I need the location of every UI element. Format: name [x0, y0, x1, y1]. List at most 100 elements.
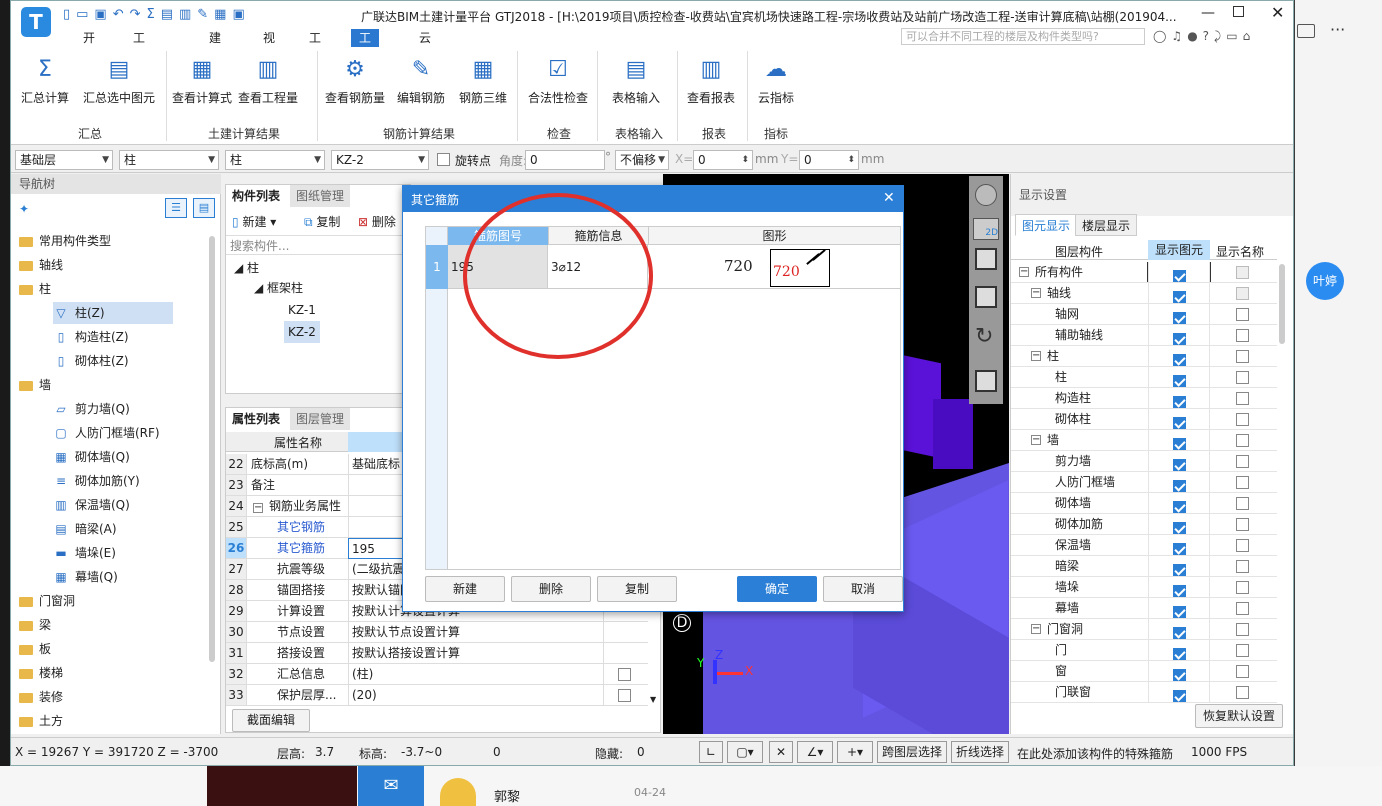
- nav-item-7[interactable]: ▱ 剪力墙(Q): [53, 398, 129, 420]
- copy-comp-button[interactable]: ⧉ 复制: [304, 213, 340, 230]
- polyline-select-button[interactable]: 折线选择: [951, 741, 1009, 763]
- display-show-checkbox[interactable]: [1173, 354, 1186, 366]
- display-show-checkbox[interactable]: [1173, 480, 1186, 492]
- ribbon-button-1[interactable]: ▤ 汇总选中图元: [79, 53, 159, 106]
- rotate-view-icon[interactable]: ↻: [975, 324, 993, 349]
- cube-view-icon[interactable]: [975, 248, 997, 270]
- view-2d-button[interactable]: 2D: [973, 218, 999, 240]
- display-name-checkbox[interactable]: [1236, 560, 1249, 573]
- ribbon-button-3[interactable]: ▥ 查看工程量: [237, 53, 299, 106]
- nav-item-19[interactable]: 装修: [19, 686, 63, 708]
- y-input[interactable]: 0 ⬍: [799, 150, 859, 170]
- nav-item-0[interactable]: 常用构件类型: [19, 230, 111, 252]
- cell-shape[interactable]: 720 720: [648, 245, 900, 289]
- menu-tab-3[interactable]: 视图: [255, 29, 283, 63]
- display-show-checkbox[interactable]: [1173, 627, 1186, 639]
- ribbon-button-0[interactable]: Σ 汇总计算: [15, 53, 75, 106]
- display-name-checkbox[interactable]: [1236, 623, 1249, 636]
- list-view-icon[interactable]: ☰: [165, 198, 187, 218]
- nav-item-20[interactable]: 土方: [19, 710, 63, 732]
- menu-tab-0[interactable]: 开始: [75, 29, 103, 63]
- prop-checkbox[interactable]: [618, 668, 631, 681]
- prop-row-value[interactable]: 按默认搭接设置计算: [348, 643, 603, 664]
- cross-floor-button[interactable]: 跨图层选择: [877, 741, 947, 763]
- cross-icon[interactable]: ✕: [769, 741, 793, 763]
- prop-tab-1[interactable]: 图层管理: [290, 408, 351, 430]
- collapse-icon[interactable]: −: [253, 503, 263, 513]
- dialog-cancel-button[interactable]: 取消: [823, 576, 903, 602]
- ribbon-button-2[interactable]: ▦ 查看计算式: [171, 53, 233, 106]
- angle-input[interactable]: 0: [525, 150, 605, 170]
- display-show-checkbox[interactable]: [1173, 501, 1186, 513]
- display-name-checkbox[interactable]: [1236, 434, 1249, 447]
- prop-tab-0[interactable]: 属性列表: [226, 408, 287, 430]
- display-show-checkbox[interactable]: [1173, 543, 1186, 555]
- offset-select[interactable]: 不偏移 ▼: [615, 150, 669, 170]
- nav-item-13[interactable]: ▬ 墙垛(E): [53, 542, 116, 564]
- display-show-checkbox[interactable]: [1173, 606, 1186, 618]
- dialog-close-icon[interactable]: ✕: [883, 190, 895, 206]
- display-show-checkbox[interactable]: [1173, 312, 1186, 324]
- display-show-checkbox[interactable]: [1173, 375, 1186, 387]
- display-name-checkbox[interactable]: [1236, 497, 1249, 510]
- nav-item-10[interactable]: ≡ 砌体加筋(Y): [53, 470, 140, 492]
- ribbon-button-8[interactable]: ▤ 表格输入: [603, 53, 669, 106]
- x-input[interactable]: 0 ⬍: [693, 150, 753, 170]
- cube-view-icon-2[interactable]: [975, 286, 997, 308]
- display-name-checkbox[interactable]: [1236, 686, 1249, 699]
- display-name-checkbox[interactable]: [1236, 392, 1249, 405]
- dialog-copy-button[interactable]: 复制: [597, 576, 677, 602]
- display-show-checkbox[interactable]: [1173, 648, 1186, 660]
- dialog-ok-button[interactable]: 确定: [737, 576, 817, 602]
- nav-item-17[interactable]: 板: [19, 638, 51, 660]
- display-name-checkbox[interactable]: [1236, 644, 1249, 657]
- display-show-checkbox[interactable]: [1173, 669, 1186, 681]
- floor-select[interactable]: 基础层 ▼: [15, 150, 113, 170]
- display-name-checkbox[interactable]: [1236, 602, 1249, 615]
- quick-access-toolbar[interactable]: ▯▭▣↶↷Σ▤▥✎▦▣: [63, 7, 251, 22]
- display-name-checkbox[interactable]: [1236, 455, 1249, 468]
- collapse-icon[interactable]: −: [1031, 351, 1041, 361]
- prop-row-value[interactable]: 按默认节点设置计算: [348, 622, 603, 643]
- nav-item-12[interactable]: ▤ 暗梁(A): [53, 518, 116, 540]
- nav-item-1[interactable]: 轴线: [19, 254, 63, 276]
- menu-tab-6[interactable]: 云应用: [411, 29, 439, 81]
- display-show-checkbox[interactable]: [1173, 396, 1186, 408]
- display-name-checkbox[interactable]: [1236, 581, 1249, 594]
- display-name-checkbox[interactable]: [1236, 308, 1249, 321]
- help-search-input[interactable]: 可以合并不同工程的楼层及构件类型吗?: [901, 28, 1145, 45]
- detail-view-icon[interactable]: ▤: [193, 198, 215, 218]
- close-button[interactable]: ✕: [1271, 3, 1284, 22]
- grid-view-icon[interactable]: [975, 370, 997, 392]
- account-icons[interactable]: ◯♫●?⤸▭⌂: [1153, 29, 1255, 44]
- display-name-checkbox[interactable]: [1236, 266, 1249, 279]
- collapse-icon[interactable]: −: [1031, 288, 1041, 298]
- nav-add-icon[interactable]: ✦: [19, 202, 29, 216]
- ribbon-button-6[interactable]: ▦ 钢筋三维: [455, 53, 511, 106]
- nav-item-5[interactable]: ▯ 砌体柱(Z): [53, 350, 129, 372]
- display-name-checkbox[interactable]: [1236, 539, 1249, 552]
- display-show-checkbox[interactable]: [1173, 459, 1186, 471]
- ribbon-button-10[interactable]: ☁ 云指标: [751, 53, 801, 106]
- display-tab-1[interactable]: 楼层显示: [1075, 214, 1138, 236]
- orbit-icon[interactable]: [975, 184, 997, 206]
- display-show-checkbox[interactable]: [1173, 690, 1186, 702]
- display-show-checkbox[interactable]: [1173, 333, 1186, 345]
- mail-icon[interactable]: ✉: [358, 766, 424, 806]
- section-edit-button[interactable]: 截面编辑: [232, 709, 310, 732]
- dim-icon[interactable]: +▾: [837, 741, 873, 763]
- nav-item-8[interactable]: ▢ 人防门框墙(RF): [53, 422, 159, 444]
- menu-tab-5[interactable]: 工程量: [351, 29, 380, 81]
- nav-scrollbar[interactable]: [209, 236, 215, 662]
- nav-item-6[interactable]: 墙: [19, 374, 51, 396]
- collapse-icon[interactable]: −: [1031, 624, 1041, 634]
- comp-tab-1[interactable]: 图纸管理: [290, 185, 351, 207]
- ribbon-button-4[interactable]: ⚙ 查看钢筋量: [323, 53, 387, 106]
- nav-item-14[interactable]: ▦ 幕墙(Q): [53, 566, 117, 588]
- nav-item-9[interactable]: ▦ 砌体墙(Q): [53, 446, 129, 468]
- display-tab-0[interactable]: 图元显示: [1015, 214, 1078, 236]
- ribbon-button-9[interactable]: ▥ 查看报表: [681, 53, 741, 106]
- comp-tab-0[interactable]: 构件列表: [226, 185, 287, 207]
- menu-tab-1[interactable]: 工程设置: [125, 29, 153, 99]
- display-scrollbar[interactable]: [1279, 244, 1287, 694]
